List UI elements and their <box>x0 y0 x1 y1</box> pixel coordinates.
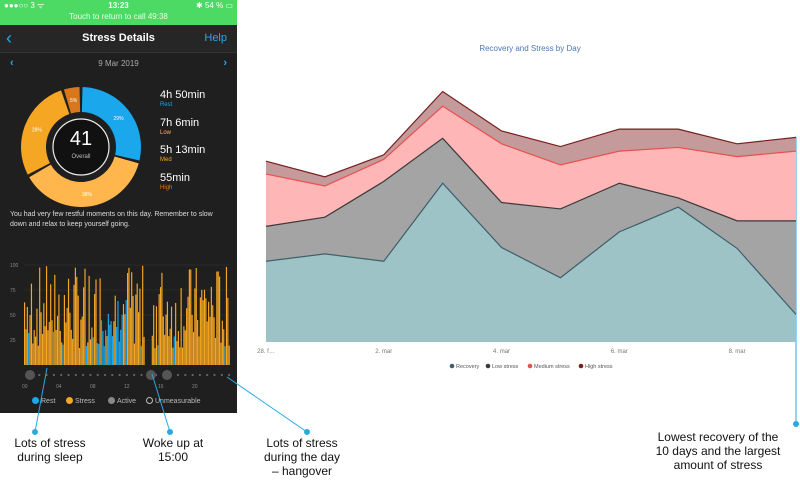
legend-label: Medium stress <box>534 364 570 370</box>
annotation-text: Lots of stress during the day – hangover <box>263 436 341 478</box>
legend-label: Low stress <box>492 364 519 370</box>
x-tick-label: 8. mar <box>729 349 746 355</box>
annotation-text: Lowest recovery of the 10 days and the l… <box>655 430 781 472</box>
legend-swatch <box>449 363 455 369</box>
recovery-stress-area-chart: Recovery and Stress by Day 28. f… 2. mar 4.… <box>257 44 797 370</box>
legend-swatch <box>485 363 491 369</box>
legend-swatch <box>527 363 533 369</box>
x-tick-label: 28. f… <box>257 349 275 355</box>
legend-label: Recovery <box>456 364 479 370</box>
callout-line <box>34 367 48 433</box>
chart-title: Recovery and Stress by Day <box>479 44 580 53</box>
x-tick-label: 4. mar <box>493 349 510 355</box>
annotation-text: Woke up at 15:00 <box>142 436 204 464</box>
annotation-stress-day: Lots of stress during the day – hangover <box>247 436 357 478</box>
annotation-lowest-recovery: Lowest recovery of the 10 days and the l… <box>638 430 798 472</box>
annotation-text: Lots of stress during sleep <box>14 436 86 464</box>
callout-dot <box>304 429 310 435</box>
annotation-stress-sleep: Lots of stress during sleep <box>0 436 100 464</box>
callout-dot <box>32 429 38 435</box>
legend-label: High stress <box>585 364 613 370</box>
callout-line <box>151 373 171 433</box>
callout-dot <box>793 421 799 427</box>
x-tick-label: 2. mar <box>375 349 392 355</box>
x-tick-label: 6. mar <box>611 349 628 355</box>
callout-line <box>226 376 308 433</box>
annotation-woke-up: Woke up at 15:00 <box>123 436 223 464</box>
legend-swatch <box>578 363 584 369</box>
callout-dot <box>167 429 173 435</box>
